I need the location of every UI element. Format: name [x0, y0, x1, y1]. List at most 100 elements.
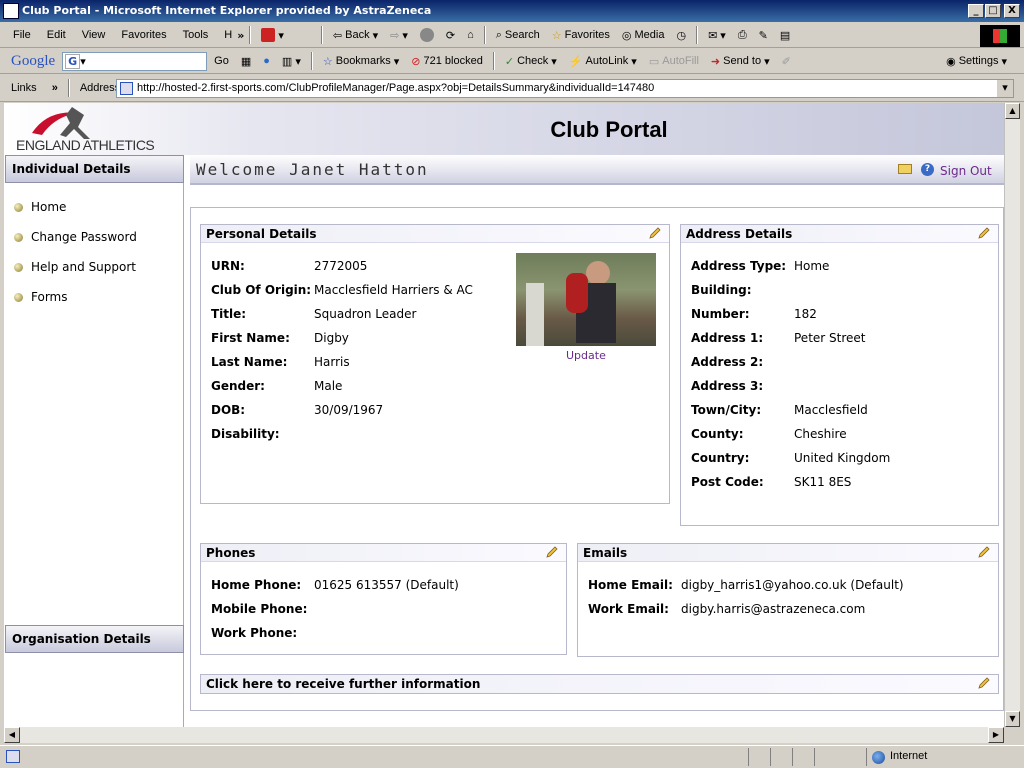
- autofill-button[interactable]: ▭ AutoFill: [644, 51, 704, 71]
- favorites-button[interactable]: ☆ Favorites: [547, 25, 615, 45]
- panel-heading: Emails: [578, 544, 998, 562]
- field-label: Title:: [211, 307, 247, 321]
- help-icon[interactable]: ?: [921, 163, 934, 176]
- menu-help[interactable]: H: [217, 29, 239, 41]
- send-icon: ➜: [710, 55, 721, 68]
- profile-photo: [516, 253, 656, 346]
- field-value: 182: [794, 307, 817, 321]
- minimize-button[interactable]: _: [968, 4, 984, 18]
- edit-pencil-icon[interactable]: [978, 227, 990, 239]
- autolink-button[interactable]: ⚡ AutoLink ▾: [564, 51, 642, 71]
- field-label: Work Email:: [588, 602, 669, 616]
- sidebar-section-organisation[interactable]: Organisation Details: [5, 625, 184, 653]
- further-info-panel[interactable]: Click here to receive further informatio…: [200, 674, 999, 694]
- popup-blocker-button[interactable]: ⊘ 721 blocked: [406, 51, 488, 71]
- close-button[interactable]: X: [1004, 4, 1020, 18]
- news-icon: ▦: [240, 55, 252, 68]
- field-label: Building:: [691, 283, 752, 297]
- field-label: DOB:: [211, 403, 246, 417]
- settings-button[interactable]: ◉ Settings ▾: [941, 51, 1012, 71]
- field-value: 2772005: [314, 259, 368, 273]
- forward-button[interactable]: ⇨ ▾: [385, 25, 413, 45]
- edit-pencil-icon[interactable]: [978, 546, 990, 558]
- refresh-button[interactable]: ⟳: [441, 25, 460, 45]
- logo-text: ENGLAND ATHLETICS: [16, 137, 155, 153]
- check-icon: ✓: [504, 55, 515, 68]
- bullet-icon: [14, 232, 23, 242]
- sendto-button[interactable]: ➜ Send to ▾: [706, 51, 775, 71]
- welcome-bar: Welcome Janet Hatton ? Sign Out: [190, 155, 1004, 185]
- star-icon: ☆: [551, 29, 562, 42]
- discuss-button[interactable]: ▤: [775, 25, 795, 45]
- sidebar-section-individual[interactable]: Individual Details: [5, 155, 184, 183]
- photo-update-link[interactable]: Update: [566, 349, 606, 362]
- menu-favorites[interactable]: Favorites: [114, 29, 173, 41]
- field-value: 30/09/1967: [314, 403, 384, 417]
- sidebar-item-home[interactable]: Home: [14, 200, 66, 214]
- field-value: Digby: [314, 331, 349, 345]
- home-icon: ⌂: [467, 29, 474, 41]
- forward-arrow-icon: ⇨: [390, 29, 400, 42]
- scroll-up-button[interactable]: ▲: [1005, 103, 1020, 119]
- sidebar-item-forms[interactable]: Forms: [14, 290, 67, 304]
- horizontal-scrollbar[interactable]: ◀ ▶: [4, 727, 1004, 743]
- pagerank-button[interactable]: ▥ ▾: [277, 51, 306, 71]
- links-button[interactable]: Links»: [6, 78, 63, 98]
- phones-panel: Phones Home Phone: 01625 613557 (Default)…: [200, 543, 567, 655]
- menu-tools[interactable]: Tools: [176, 29, 216, 41]
- vertical-scrollbar[interactable]: ▲ ▼: [1004, 103, 1020, 727]
- field-label: Address 2:: [691, 355, 764, 369]
- media-button[interactable]: ◎ Media: [617, 25, 670, 45]
- menu-file[interactable]: File: [6, 29, 38, 41]
- further-info-link[interactable]: Click here to receive further informatio…: [201, 675, 998, 693]
- maximize-button[interactable]: □: [985, 4, 1001, 18]
- history-button[interactable]: ◷: [671, 25, 691, 45]
- field-label: Post Code:: [691, 475, 764, 489]
- google-search-input[interactable]: G ▾: [62, 51, 208, 71]
- address-dropdown-button[interactable]: ▾: [997, 80, 1013, 97]
- home-button[interactable]: ⌂: [462, 25, 479, 45]
- menu-edit[interactable]: Edit: [40, 29, 73, 41]
- google-go-button[interactable]: Go: [209, 51, 234, 71]
- highlight-button[interactable]: ✐: [777, 51, 796, 71]
- field-label: First Name:: [211, 331, 290, 345]
- sign-out-link[interactable]: Sign Out: [940, 164, 992, 178]
- menu-toolbar-row: File Edit View Favorites Tools H » ▾ ⇦ Ba…: [0, 23, 1024, 48]
- spellcheck-button[interactable]: ✓ Check ▾: [500, 51, 562, 71]
- sidebar-item-change-password[interactable]: Change Password: [14, 230, 137, 244]
- bullet-icon: [14, 262, 23, 272]
- edit-button[interactable]: ✎: [754, 25, 773, 45]
- scroll-left-button[interactable]: ◀: [4, 727, 20, 743]
- stop-button[interactable]: [415, 25, 439, 45]
- field-label: Number:: [691, 307, 750, 321]
- edit-icon: ✎: [758, 29, 768, 42]
- google-logo[interactable]: Google: [6, 51, 60, 71]
- printer-icon: ⎙: [737, 28, 747, 41]
- field-value: digby.harris@astrazeneca.com: [681, 602, 866, 616]
- sidebar-item-help[interactable]: Help and Support: [14, 260, 136, 274]
- print-button[interactable]: ⎙: [733, 25, 752, 45]
- page-icon: [120, 82, 133, 95]
- athletics-logo-icon: [32, 107, 90, 139]
- edit-pencil-icon[interactable]: [649, 227, 661, 239]
- scroll-down-button[interactable]: ▼: [1005, 711, 1020, 727]
- field-label: Home Email:: [588, 578, 673, 592]
- autofill-icon: ▭: [648, 55, 660, 68]
- bookmarks-button[interactable]: ☆ Bookmarks ▾: [318, 51, 404, 71]
- news-button[interactable]: ▦: [236, 51, 256, 71]
- menu-view[interactable]: View: [75, 29, 113, 41]
- stop-icon: [419, 28, 434, 42]
- mail-icon[interactable]: [898, 164, 912, 174]
- back-arrow-icon: ⇦: [332, 29, 343, 42]
- globe-button[interactable]: ●: [258, 51, 275, 71]
- pdf-icon: [261, 28, 276, 42]
- edit-pencil-icon[interactable]: [978, 677, 990, 689]
- back-button[interactable]: ⇦ Back ▾: [328, 25, 383, 45]
- windows-logo: [980, 25, 1020, 47]
- mail-button[interactable]: ✉ ▾: [703, 25, 731, 45]
- search-button[interactable]: ⌕ Search: [491, 25, 545, 45]
- scroll-right-button[interactable]: ▶: [988, 727, 1004, 743]
- edit-pencil-icon[interactable]: [546, 546, 558, 558]
- address-input[interactable]: http://hosted-2.first-sports.com/ClubPro…: [116, 79, 1014, 98]
- acrobat-button[interactable]: ▾: [256, 25, 289, 45]
